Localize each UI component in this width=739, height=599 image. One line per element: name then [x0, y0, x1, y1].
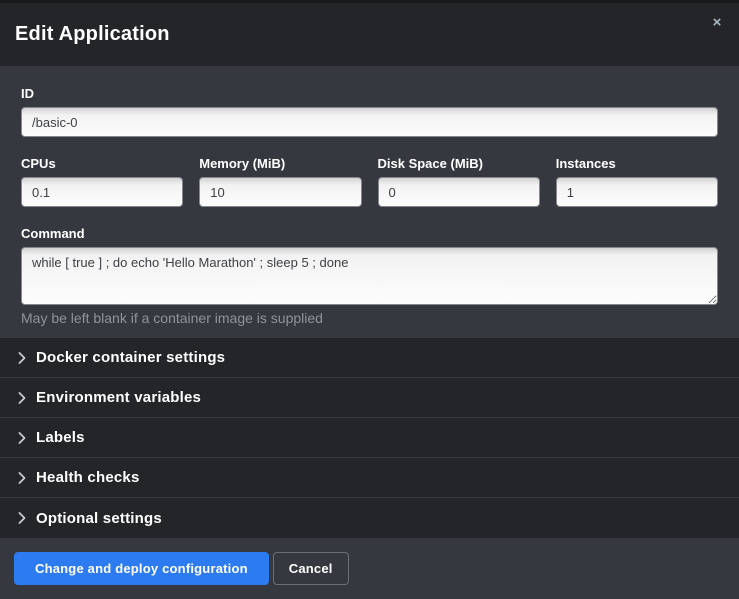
section-label: Docker container settings	[36, 349, 225, 366]
memory-input[interactable]	[199, 177, 361, 207]
section-health-checks[interactable]: Health checks	[0, 458, 739, 498]
section-environment-variables[interactable]: Environment variables	[0, 378, 739, 418]
command-help-text: May be left blank if a container image i…	[21, 310, 718, 326]
edit-application-modal: Edit Application × ID CPUs Memory (MiB) …	[0, 0, 739, 599]
chevron-right-icon	[18, 392, 26, 404]
disk-label: Disk Space (MiB)	[378, 156, 540, 171]
instances-label: Instances	[556, 156, 718, 171]
collapsible-sections: Docker container settings Environment va…	[0, 338, 739, 538]
close-icon[interactable]: ×	[708, 14, 726, 32]
change-and-deploy-button[interactable]: Change and deploy configuration	[14, 552, 269, 585]
section-label: Health checks	[36, 469, 139, 486]
section-docker-container-settings[interactable]: Docker container settings	[0, 338, 739, 378]
chevron-right-icon	[18, 472, 26, 484]
modal-body: ID CPUs Memory (MiB) Disk Space (MiB) In…	[0, 66, 739, 326]
chevron-right-icon	[18, 352, 26, 364]
cpus-input[interactable]	[21, 177, 183, 207]
instances-form-group: Instances	[556, 156, 718, 207]
command-form-group: Command while [ true ] ; do echo 'Hello …	[21, 226, 718, 326]
section-label: Optional settings	[36, 510, 162, 527]
section-optional-settings[interactable]: Optional settings	[0, 498, 739, 538]
modal-footer: Change and deploy configuration Cancel	[0, 538, 739, 599]
id-form-group: ID	[21, 86, 718, 137]
cancel-button[interactable]: Cancel	[273, 552, 349, 585]
memory-label: Memory (MiB)	[199, 156, 361, 171]
cpus-form-group: CPUs	[21, 156, 183, 207]
instances-input[interactable]	[556, 177, 718, 207]
section-label: Environment variables	[36, 389, 201, 406]
section-labels[interactable]: Labels	[0, 418, 739, 458]
cpus-label: CPUs	[21, 156, 183, 171]
disk-form-group: Disk Space (MiB)	[378, 156, 540, 207]
modal-header: Edit Application ×	[0, 3, 739, 66]
chevron-right-icon	[18, 512, 26, 524]
disk-input[interactable]	[378, 177, 540, 207]
id-input[interactable]	[21, 107, 718, 137]
id-label: ID	[21, 86, 718, 101]
command-textarea[interactable]: while [ true ] ; do echo 'Hello Marathon…	[21, 247, 718, 305]
chevron-right-icon	[18, 432, 26, 444]
section-label: Labels	[36, 429, 85, 446]
resources-row: CPUs Memory (MiB) Disk Space (MiB) Insta…	[21, 156, 718, 207]
command-label: Command	[21, 226, 718, 241]
modal-title: Edit Application	[15, 23, 170, 46]
memory-form-group: Memory (MiB)	[199, 156, 361, 207]
